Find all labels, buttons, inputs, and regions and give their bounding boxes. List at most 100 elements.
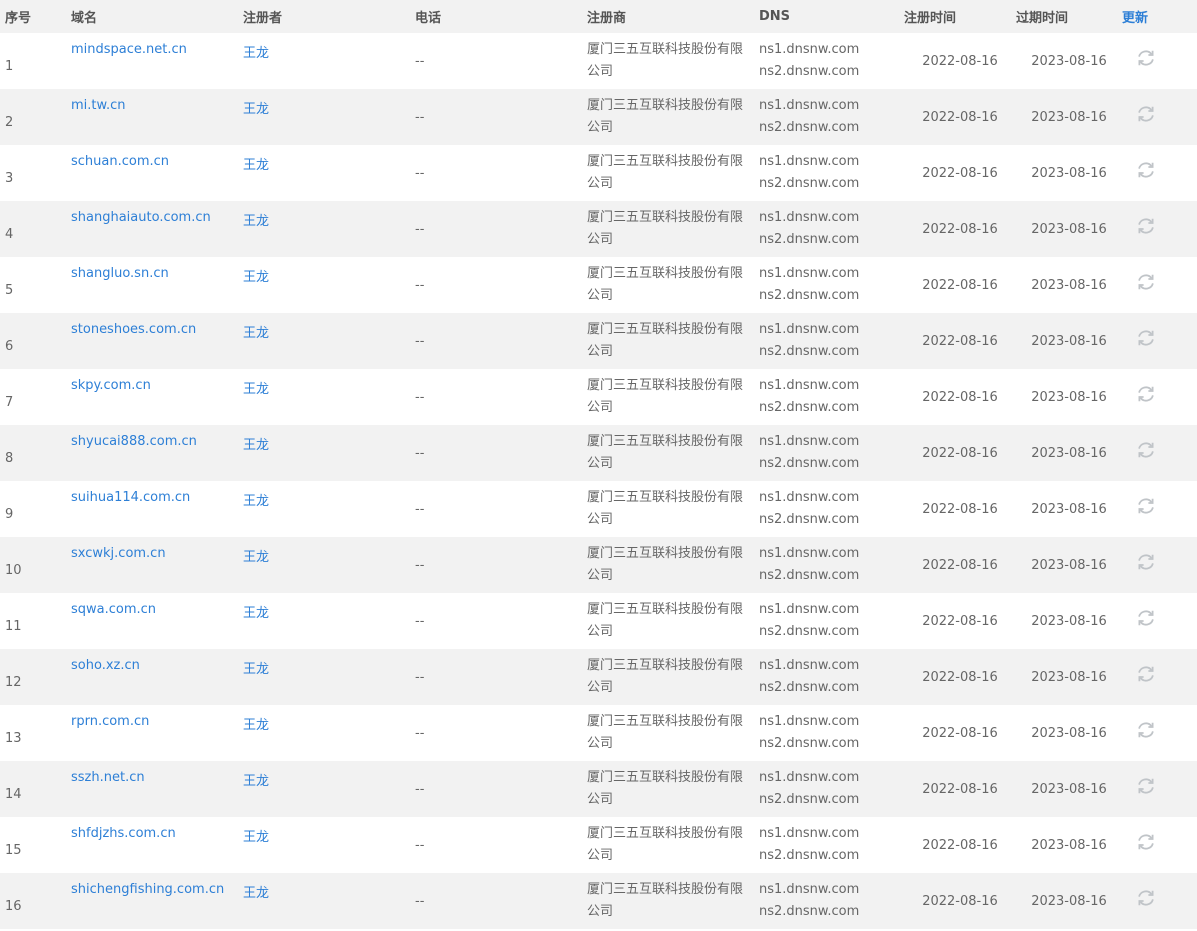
table-row: 10 sxcwkj.com.cn 王龙 -- 厦门三五互联科技股份有限公司 ns1.dns… xyxy=(0,537,1197,593)
refresh-icon[interactable] xyxy=(1136,776,1156,796)
registrar-value: 厦门三五互联科技股份有限公司 xyxy=(587,210,744,247)
exp-date-value: 2023-08-16 xyxy=(1031,557,1107,573)
registrant-link[interactable]: 王龙 xyxy=(243,326,269,341)
registrar-value: 厦门三五互联科技股份有限公司 xyxy=(587,378,744,415)
header-reg-date: 注册时间 xyxy=(904,11,957,26)
domain-link[interactable]: sszh.net.cn xyxy=(71,770,145,785)
header-domain: 域名 xyxy=(71,11,98,26)
refresh-icon[interactable] xyxy=(1136,720,1156,740)
reg-date-value: 2022-08-16 xyxy=(922,669,998,685)
dns-cell: ns1.dnsnw.com ns2.dnsnw.com xyxy=(754,369,904,425)
domain-link[interactable]: rprn.com.cn xyxy=(71,714,149,729)
domain-link[interactable]: sqwa.com.cn xyxy=(71,602,156,617)
registrant-link[interactable]: 王龙 xyxy=(243,158,269,173)
dns-primary: ns1.dnsnw.com xyxy=(759,714,860,729)
phone-value: -- xyxy=(415,557,425,573)
registrant-link[interactable]: 王龙 xyxy=(243,270,269,285)
registrar-value: 厦门三五互联科技股份有限公司 xyxy=(587,882,744,919)
refresh-icon[interactable] xyxy=(1136,552,1156,572)
refresh-icon[interactable] xyxy=(1136,888,1156,908)
dns-cell: ns1.dnsnw.com ns2.dnsnw.com xyxy=(754,873,904,929)
dns-primary: ns1.dnsnw.com xyxy=(759,770,860,785)
header-registrar: 注册商 xyxy=(587,11,627,26)
registrar-value: 厦门三五互联科技股份有限公司 xyxy=(587,154,744,191)
domain-link[interactable]: schuan.com.cn xyxy=(71,154,169,169)
domain-link[interactable]: stoneshoes.com.cn xyxy=(71,322,196,337)
dns-secondary: ns2.dnsnw.com xyxy=(759,456,860,471)
dns-cell: ns1.dnsnw.com ns2.dnsnw.com xyxy=(754,257,904,313)
domain-link[interactable]: skpy.com.cn xyxy=(71,378,151,393)
domain-link[interactable]: mindspace.net.cn xyxy=(71,42,187,57)
dns-cell: ns1.dnsnw.com ns2.dnsnw.com xyxy=(754,537,904,593)
phone-value: -- xyxy=(415,501,425,517)
domain-link[interactable]: sxcwkj.com.cn xyxy=(71,546,166,561)
registrant-link[interactable]: 王龙 xyxy=(243,550,269,565)
registrar-value: 厦门三五互联科技股份有限公司 xyxy=(587,434,744,471)
dns-cell: ns1.dnsnw.com ns2.dnsnw.com xyxy=(754,145,904,201)
dns-cell: ns1.dnsnw.com ns2.dnsnw.com xyxy=(754,425,904,481)
domain-link[interactable]: shangluo.sn.cn xyxy=(71,266,169,281)
registrant-link[interactable]: 王龙 xyxy=(243,606,269,621)
refresh-icon[interactable] xyxy=(1136,496,1156,516)
refresh-icon[interactable] xyxy=(1136,664,1156,684)
domain-link[interactable]: suihua114.com.cn xyxy=(71,490,190,505)
registrar-value: 厦门三五互联科技股份有限公司 xyxy=(587,770,744,807)
table-row: 7 skpy.com.cn 王龙 -- 厦门三五互联科技股份有限公司 ns1.dnsnw.… xyxy=(0,369,1197,425)
refresh-icon[interactable] xyxy=(1136,104,1156,124)
dns-primary: ns1.dnsnw.com xyxy=(759,658,860,673)
registrar-value: 厦门三五互联科技股份有限公司 xyxy=(587,266,744,303)
refresh-icon[interactable] xyxy=(1136,440,1156,460)
registrant-link[interactable]: 王龙 xyxy=(243,46,269,61)
domain-link[interactable]: shfdjzhs.com.cn xyxy=(71,826,176,841)
registrant-link[interactable]: 王龙 xyxy=(243,494,269,509)
phone-value: -- xyxy=(415,837,425,853)
registrar-value: 厦门三五互联科技股份有限公司 xyxy=(587,42,744,79)
reg-date-value: 2022-08-16 xyxy=(922,613,998,629)
header-index: 序号 xyxy=(5,11,32,26)
registrant-link[interactable]: 王龙 xyxy=(243,830,269,845)
table-row: 5 shangluo.sn.cn 王龙 -- 厦门三五互联科技股份有限公司 ns1.dns… xyxy=(0,257,1197,313)
domain-link[interactable]: mi.tw.cn xyxy=(71,98,125,113)
domain-link[interactable]: shanghaiauto.com.cn xyxy=(71,210,211,225)
header-update-link[interactable]: 更新 xyxy=(1122,0,1197,33)
refresh-icon[interactable] xyxy=(1136,216,1156,236)
refresh-icon[interactable] xyxy=(1136,272,1156,292)
dns-secondary: ns2.dnsnw.com xyxy=(759,680,860,695)
dns-primary: ns1.dnsnw.com xyxy=(759,322,860,337)
dns-secondary: ns2.dnsnw.com xyxy=(759,176,860,191)
dns-primary: ns1.dnsnw.com xyxy=(759,826,860,841)
phone-value: -- xyxy=(415,781,425,797)
registrant-link[interactable]: 王龙 xyxy=(243,662,269,677)
refresh-icon[interactable] xyxy=(1136,384,1156,404)
row-index: 8 xyxy=(5,450,14,466)
registrant-link[interactable]: 王龙 xyxy=(243,214,269,229)
registrar-value: 厦门三五互联科技股份有限公司 xyxy=(587,322,744,359)
table-row: 3 schuan.com.cn 王龙 -- 厦门三五互联科技股份有限公司 ns1.dnsn… xyxy=(0,145,1197,201)
domain-link[interactable]: shyucai888.com.cn xyxy=(71,434,197,449)
registrant-link[interactable]: 王龙 xyxy=(243,718,269,733)
domain-link[interactable]: shichengfishing.com.cn xyxy=(71,882,224,897)
domain-link[interactable]: soho.xz.cn xyxy=(71,658,140,673)
registrant-link[interactable]: 王龙 xyxy=(243,886,269,901)
registrant-link[interactable]: 王龙 xyxy=(243,438,269,453)
exp-date-value: 2023-08-16 xyxy=(1031,445,1107,461)
phone-value: -- xyxy=(415,613,425,629)
dns-primary: ns1.dnsnw.com xyxy=(759,154,860,169)
header-exp-date: 过期时间 xyxy=(1016,11,1069,26)
domain-table: 序号 域名 注册者 电话 注册商 DNS 注册时间 过期时间 更新 1 minds… xyxy=(0,0,1197,929)
phone-value: -- xyxy=(415,165,425,181)
refresh-icon[interactable] xyxy=(1136,48,1156,68)
row-index: 10 xyxy=(5,562,22,578)
registrant-link[interactable]: 王龙 xyxy=(243,102,269,117)
registrar-value: 厦门三五互联科技股份有限公司 xyxy=(587,714,744,751)
refresh-icon[interactable] xyxy=(1136,160,1156,180)
registrant-link[interactable]: 王龙 xyxy=(243,382,269,397)
refresh-icon[interactable] xyxy=(1136,832,1156,852)
refresh-icon[interactable] xyxy=(1136,328,1156,348)
registrant-link[interactable]: 王龙 xyxy=(243,774,269,789)
table-row: 12 soho.xz.cn 王龙 -- 厦门三五互联科技股份有限公司 ns1.dnsnw.… xyxy=(0,649,1197,705)
dns-secondary: ns2.dnsnw.com xyxy=(759,120,860,135)
reg-date-value: 2022-08-16 xyxy=(922,557,998,573)
reg-date-value: 2022-08-16 xyxy=(922,501,998,517)
refresh-icon[interactable] xyxy=(1136,608,1156,628)
